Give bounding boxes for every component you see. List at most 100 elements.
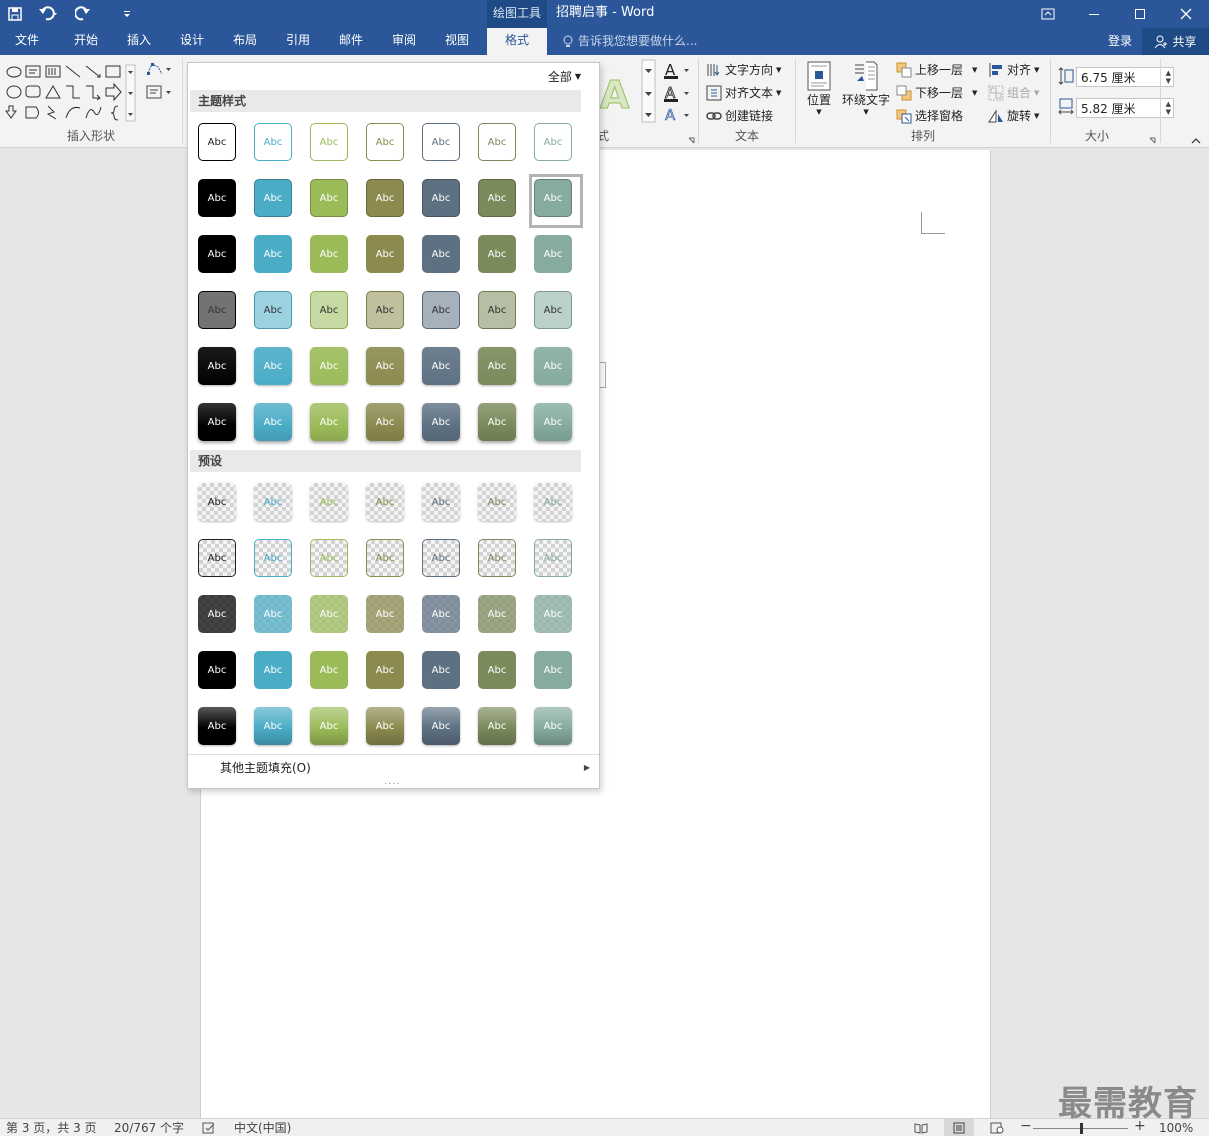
proofing-icon[interactable] [202, 1122, 216, 1134]
tab-insert[interactable]: 插入 [112, 28, 166, 55]
theme-style-swatch[interactable]: Abc [198, 347, 236, 385]
wordart-gallery-scroll[interactable] [641, 59, 657, 123]
theme-style-swatch[interactable]: Abc [529, 174, 583, 228]
spin-arrows-icon[interactable]: ▲ ▼ [1166, 100, 1171, 116]
preset-style-swatch[interactable]: Abc [478, 651, 516, 689]
preset-style-swatch[interactable]: Abc [534, 651, 572, 689]
theme-style-swatch[interactable]: Abc [310, 179, 348, 217]
ribbon-display-options-button[interactable] [1025, 0, 1071, 28]
preset-style-swatch[interactable]: Abc [534, 539, 572, 577]
theme-style-swatch[interactable]: Abc [422, 403, 460, 441]
position-button[interactable]: 位置 ▼ [806, 61, 832, 116]
share-button[interactable]: 共享 [1142, 28, 1209, 55]
group-button[interactable]: 组合 ▼ [988, 84, 1039, 101]
theme-style-swatch[interactable]: Abc [366, 179, 404, 217]
page-count[interactable]: 第 3 页，共 3 页 [6, 1120, 97, 1136]
preset-style-swatch[interactable]: Abc [534, 707, 572, 745]
theme-style-swatch[interactable]: Abc [478, 291, 516, 329]
preset-style-swatch[interactable]: Abc [310, 483, 348, 521]
preset-style-swatch[interactable]: Abc [366, 539, 404, 577]
rotate-button[interactable]: 旋转 ▼ [988, 107, 1039, 124]
preset-style-swatch[interactable]: Abc [310, 539, 348, 577]
preset-style-swatch[interactable]: Abc [198, 651, 236, 689]
send-backward-button[interactable]: 下移一层 ▼ [896, 84, 977, 101]
theme-style-swatch[interactable]: Abc [478, 347, 516, 385]
tab-view[interactable]: 视图 [430, 28, 484, 55]
theme-style-swatch[interactable]: Abc [478, 235, 516, 273]
preset-style-swatch[interactable]: Abc [366, 651, 404, 689]
theme-style-swatch[interactable]: Abc [254, 291, 292, 329]
tell-me-box[interactable]: 告诉我您想要做什么... [562, 28, 697, 55]
create-link-button[interactable]: 创建链接 [706, 107, 773, 124]
preset-style-swatch[interactable]: Abc [534, 483, 572, 521]
save-button[interactable] [0, 0, 30, 28]
web-layout-icon[interactable] [990, 1122, 1004, 1134]
close-button[interactable] [1163, 0, 1209, 28]
theme-style-swatch[interactable]: Abc [534, 347, 572, 385]
theme-style-swatch[interactable]: Abc [366, 347, 404, 385]
tab-home[interactable]: 开始 [58, 28, 114, 55]
preset-style-swatch[interactable]: Abc [366, 595, 404, 633]
theme-style-swatch[interactable]: Abc [198, 291, 236, 329]
text-fill-outline-effects[interactable]: A A A [663, 61, 693, 123]
preset-style-swatch[interactable]: Abc [254, 483, 292, 521]
theme-style-swatch[interactable]: Abc [310, 347, 348, 385]
resize-grip-icon[interactable]: .... [384, 776, 401, 787]
theme-style-swatch[interactable]: Abc [422, 291, 460, 329]
selection-pane-button[interactable]: 选择窗格 [896, 107, 963, 124]
preset-style-swatch[interactable]: Abc [310, 707, 348, 745]
theme-style-swatch[interactable]: Abc [310, 235, 348, 273]
preset-style-swatch[interactable]: Abc [478, 483, 516, 521]
dialog-launcher-icon[interactable] [688, 137, 696, 145]
text-box-button[interactable] [146, 84, 174, 100]
gallery-filter-dropdown[interactable]: 全部 ▼ [548, 68, 581, 85]
theme-style-swatch[interactable]: Abc [198, 123, 236, 161]
collapse-ribbon-icon[interactable] [1191, 137, 1201, 145]
shapes-gallery[interactable] [4, 63, 136, 123]
spin-arrows-icon[interactable]: ▲ ▼ [1166, 69, 1171, 85]
tab-references[interactable]: 引用 [271, 28, 325, 55]
print-layout-button[interactable] [944, 1119, 974, 1136]
dialog-launcher-icon[interactable] [1149, 137, 1157, 145]
bring-forward-button[interactable]: 上移一层 ▼ [896, 61, 977, 78]
preset-style-swatch[interactable]: Abc [310, 651, 348, 689]
edit-shape-button[interactable] [146, 61, 172, 77]
undo-button[interactable] [30, 0, 68, 28]
tab-layout[interactable]: 布局 [218, 28, 272, 55]
preset-style-swatch[interactable]: Abc [422, 539, 460, 577]
theme-style-swatch[interactable]: Abc [478, 123, 516, 161]
redo-button[interactable] [68, 0, 98, 28]
preset-style-swatch[interactable]: Abc [198, 483, 236, 521]
tab-review[interactable]: 审阅 [377, 28, 431, 55]
theme-style-swatch[interactable]: Abc [198, 403, 236, 441]
theme-style-swatch[interactable]: Abc [534, 123, 572, 161]
preset-style-swatch[interactable]: Abc [366, 707, 404, 745]
minimize-button[interactable] [1071, 0, 1117, 28]
wrap-text-button[interactable]: 环绕文字 ▼ [842, 61, 890, 116]
tab-mailings[interactable]: 邮件 [324, 28, 378, 55]
preset-style-swatch[interactable]: Abc [254, 595, 292, 633]
theme-style-swatch[interactable]: Abc [254, 347, 292, 385]
theme-style-swatch[interactable]: Abc [478, 403, 516, 441]
theme-style-swatch[interactable]: Abc [366, 235, 404, 273]
preset-style-swatch[interactable]: Abc [198, 539, 236, 577]
theme-style-swatch[interactable]: Abc [422, 347, 460, 385]
tab-file[interactable]: 文件 [0, 28, 54, 55]
tab-format[interactable]: 格式 [487, 28, 547, 55]
preset-style-swatch[interactable]: Abc [366, 483, 404, 521]
theme-style-swatch[interactable]: Abc [198, 235, 236, 273]
theme-style-swatch[interactable]: Abc [366, 123, 404, 161]
align-button[interactable]: 对齐 ▼ [988, 61, 1039, 78]
theme-style-swatch[interactable]: Abc [254, 403, 292, 441]
theme-style-swatch[interactable]: Abc [254, 123, 292, 161]
theme-style-swatch[interactable]: Abc [366, 291, 404, 329]
theme-style-swatch[interactable]: Abc [254, 235, 292, 273]
theme-style-swatch[interactable]: Abc [534, 235, 572, 273]
theme-style-swatch[interactable]: Abc [198, 179, 236, 217]
preset-style-swatch[interactable]: Abc [198, 595, 236, 633]
preset-style-swatch[interactable]: Abc [478, 595, 516, 633]
theme-style-swatch[interactable]: Abc [310, 291, 348, 329]
theme-style-swatch[interactable]: Abc [254, 179, 292, 217]
theme-style-swatch[interactable]: Abc [366, 403, 404, 441]
preset-style-swatch[interactable]: Abc [422, 483, 460, 521]
